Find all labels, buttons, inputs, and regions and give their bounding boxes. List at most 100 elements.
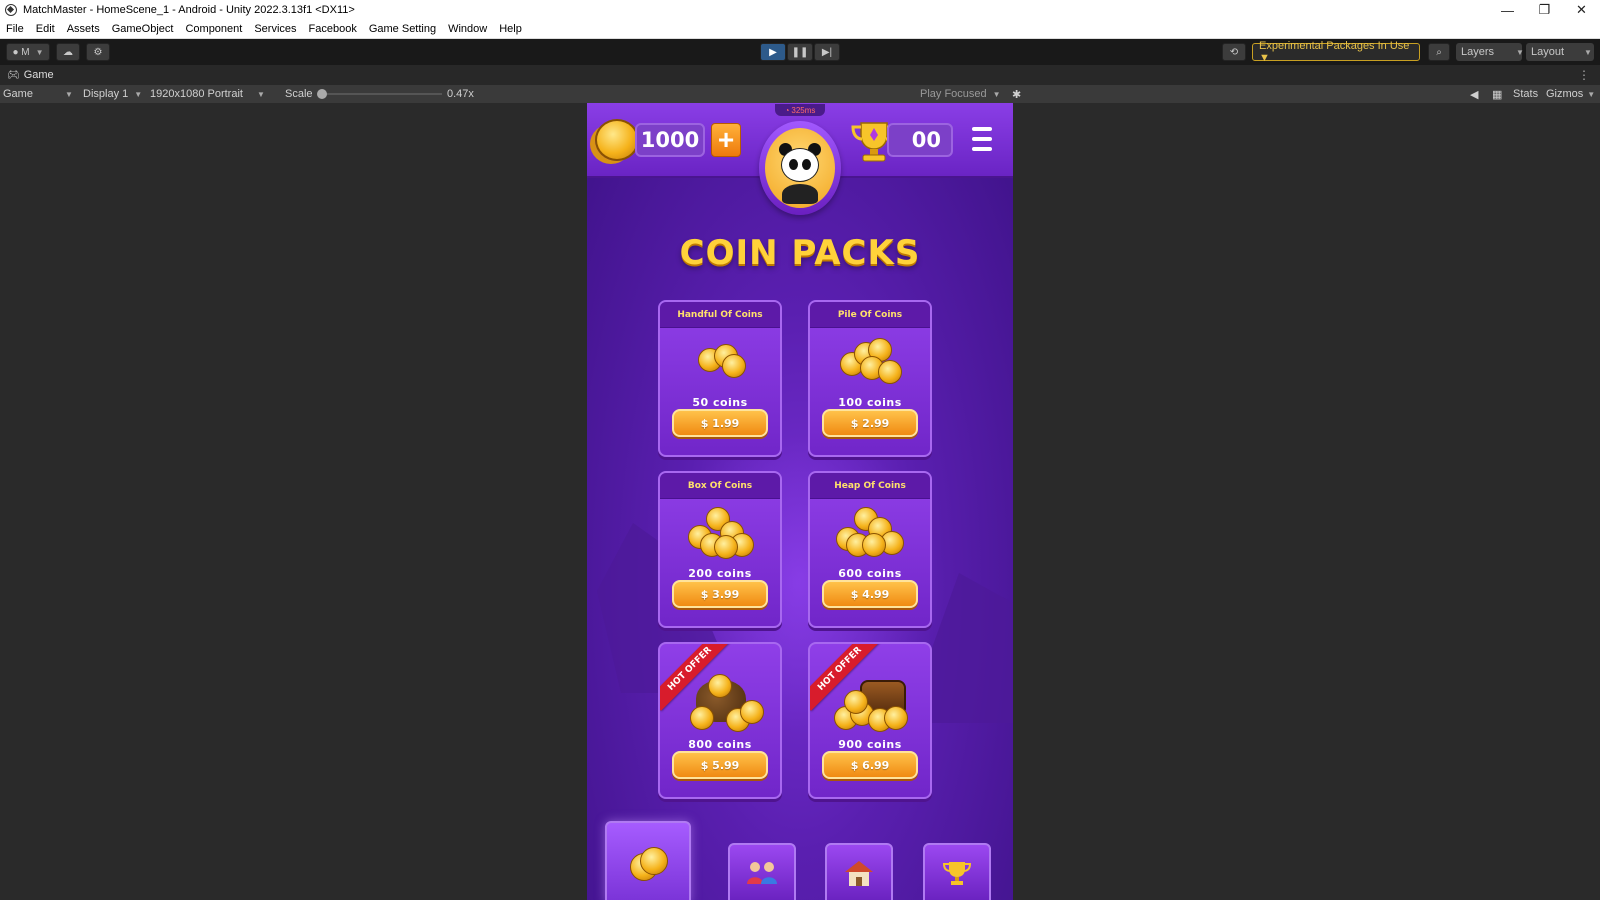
buy-button[interactable]: $ 5.99	[672, 751, 768, 779]
layers-dropdown[interactable]: Layers ▼	[1456, 43, 1524, 61]
game-view-toolbar: Game ▼ Display 1 ▼ 1920x1080 Portrait ▼ Sca…	[0, 85, 1600, 103]
display-label: Display 1	[83, 88, 129, 100]
view-dropdown[interactable]: Game ▼	[3, 85, 73, 103]
pause-icon: ❚❚	[791, 46, 809, 58]
coin-pack-card[interactable]: 800 coins $ 5.99 HOT OFFER	[658, 642, 782, 799]
display-dropdown[interactable]: Display 1 ▼	[83, 85, 145, 103]
account-label: M	[21, 46, 30, 58]
page-title: COIN PACKS	[679, 233, 921, 273]
menu-window[interactable]: Window	[442, 23, 493, 35]
menu-bar: File Edit Assets GameObject Component Se…	[0, 20, 1600, 39]
mute-audio-icon[interactable]: ◀︎	[1470, 85, 1478, 103]
pause-button[interactable]: ❚❚	[787, 43, 813, 61]
panda-avatar-icon	[765, 128, 835, 208]
buy-button[interactable]: $ 3.99	[672, 580, 768, 608]
tab-game[interactable]: 🎮︎ Game	[0, 69, 54, 81]
history-icon: ⟲	[1229, 46, 1239, 58]
resolution-dropdown[interactable]: 1920x1080 Portrait ▼	[150, 85, 278, 103]
history-button[interactable]: ⟲	[1222, 43, 1246, 61]
trophy-icon	[942, 862, 972, 885]
menu-assets[interactable]: Assets	[61, 23, 106, 35]
nav-leaderboard-button[interactable]	[923, 843, 991, 900]
pack-quantity: 900 coins	[838, 738, 902, 751]
gizmos-dropdown[interactable]: Gizmos ▼	[1546, 85, 1600, 103]
friends-icon	[747, 862, 777, 884]
scale-label: Scale	[285, 88, 313, 100]
nav-friends-button[interactable]	[728, 843, 796, 900]
scale-slider-handle[interactable]	[317, 89, 327, 99]
stats-button[interactable]: Stats	[1513, 85, 1538, 103]
window-title-bar: MatchMaster - HomeScene_1 - Android - Un…	[0, 0, 1600, 20]
nav-shop-button[interactable]	[605, 821, 691, 900]
pack-quantity: 200 coins	[688, 567, 752, 580]
gizmos-label: Gizmos	[1546, 88, 1584, 100]
nav-home-button[interactable]	[825, 843, 893, 900]
account-icon: ●	[12, 46, 22, 58]
layout-dropdown[interactable]: Layout ▼	[1526, 43, 1594, 61]
step-icon: ▶|	[821, 46, 833, 58]
buy-button[interactable]: $ 6.99	[822, 751, 918, 779]
minimize-icon[interactable]: —	[1489, 0, 1526, 20]
menu-help[interactable]: Help	[493, 23, 528, 35]
settings-button[interactable]: ⚙	[86, 43, 110, 61]
coin-pack-card[interactable]: Heap Of Coins 600 coins $ 4.99	[808, 471, 932, 628]
scale-slider-track[interactable]	[322, 93, 442, 95]
menu-file[interactable]: File	[0, 23, 30, 35]
account-button[interactable]: ● M ▼	[6, 43, 50, 61]
cloud-icon: ☁	[63, 46, 73, 58]
chevron-down-icon: ▼	[992, 89, 1001, 99]
network-ping: ◔ 325ms	[775, 104, 825, 116]
pack-name: Box Of Coins	[660, 473, 780, 499]
coins-icon	[810, 332, 930, 394]
pack-quantity: 600 coins	[838, 567, 902, 580]
coin-pack-card[interactable]: Pile Of Coins 100 coins $ 2.99	[808, 300, 932, 457]
coin-pack-card[interactable]: Box Of Coins 200 coins $ 3.99	[658, 471, 782, 628]
play-icon: ▶	[769, 46, 777, 58]
experimental-packages-button[interactable]: Experimental Packages In Use ▼	[1252, 40, 1420, 64]
menu-gameobject[interactable]: GameObject	[106, 23, 180, 35]
cloud-button[interactable]: ☁	[56, 43, 80, 61]
gamepad-icon: 🎮︎	[7, 69, 20, 81]
menu-component[interactable]: Component	[179, 23, 248, 35]
trophy-count: 00	[887, 123, 953, 157]
home-icon	[845, 861, 873, 886]
buy-button[interactable]: $ 2.99	[822, 409, 918, 437]
player-avatar[interactable]	[759, 121, 841, 215]
chevron-down-icon: ▼	[256, 89, 265, 99]
coins-icon	[660, 332, 780, 394]
buy-button[interactable]: $ 4.99	[822, 580, 918, 608]
menu-services[interactable]: Services	[248, 23, 302, 35]
play-button[interactable]: ▶	[760, 43, 786, 61]
menu-facebook[interactable]: Facebook	[303, 23, 363, 35]
chevron-down-icon: ▼	[1587, 89, 1596, 99]
menu-edit[interactable]: Edit	[30, 23, 61, 35]
play-mode-label: Play Focused	[920, 88, 987, 100]
ping-value: 325ms	[791, 105, 816, 115]
view-label: Game	[3, 88, 33, 100]
restore-icon[interactable]: ❐	[1526, 0, 1563, 20]
gear-icon: ⚙	[93, 46, 103, 58]
step-button[interactable]: ▶|	[814, 43, 840, 61]
more-options-icon[interactable]: ⋮	[1578, 68, 1590, 82]
layout-label: Layout	[1531, 46, 1565, 58]
coin-pack-card[interactable]: 900 coins $ 6.99 HOT OFFER	[808, 642, 932, 799]
coin-pack-card[interactable]: Handful Of Coins 50 coins $ 1.99	[658, 300, 782, 457]
play-mode-dropdown[interactable]: Play Focused ▼	[920, 85, 1008, 103]
pack-quantity: 800 coins	[688, 738, 752, 751]
hamburger-menu-icon[interactable]	[972, 127, 992, 151]
close-icon[interactable]: ✕	[1563, 0, 1600, 20]
buy-button[interactable]: $ 1.99	[672, 409, 768, 437]
menu-game-setting[interactable]: Game Setting	[363, 23, 442, 35]
game-screen: 1000 + 00 ◔ 325ms COIN PACKS Handful Of C…	[587, 103, 1013, 900]
chevron-down-icon: ▼	[134, 89, 143, 99]
tab-row: 🎮︎ Game ⋮	[0, 65, 1600, 85]
grid-icon[interactable]: ▦	[1492, 85, 1502, 103]
pack-name: Heap Of Coins	[810, 473, 930, 499]
main-toolbar: ● M ▼ ☁ ⚙ ▶ ❚❚ ▶| ⟲ Experimental Packages…	[0, 39, 1600, 65]
search-button[interactable]: ⌕	[1428, 43, 1450, 61]
chevron-down-icon: ▼	[64, 89, 73, 99]
bug-icon[interactable]: ✱	[1012, 85, 1021, 103]
add-coins-button[interactable]: +	[711, 123, 741, 157]
tab-game-label: Game	[23, 69, 54, 81]
coin-stack-icon	[595, 119, 639, 161]
